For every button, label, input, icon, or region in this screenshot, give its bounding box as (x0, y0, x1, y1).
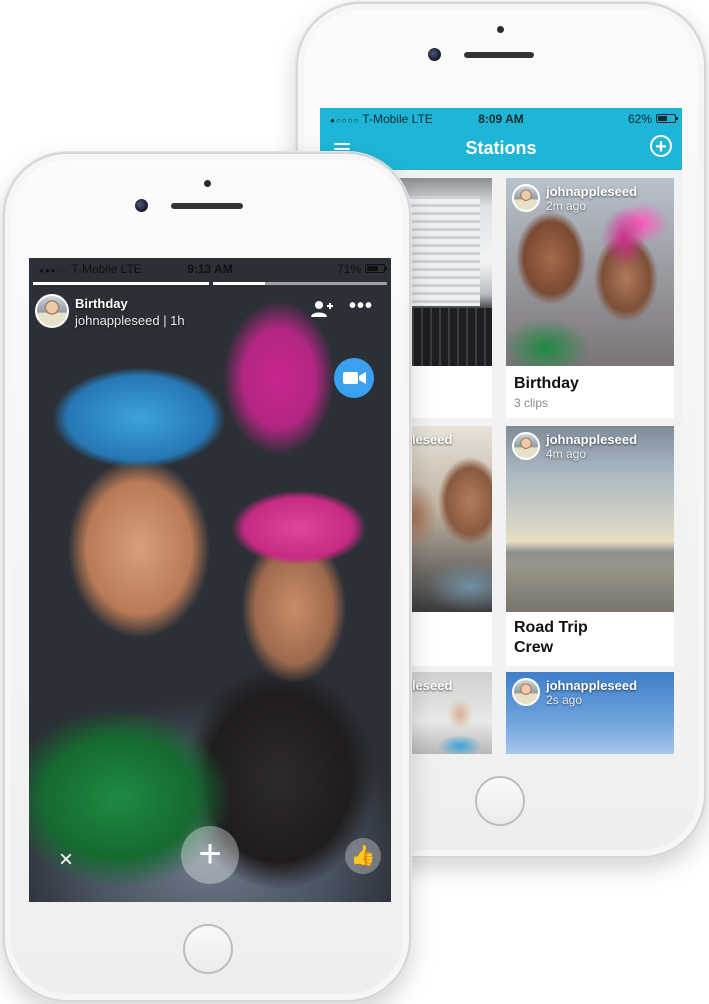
battery-icon (365, 264, 387, 273)
add-clip-button[interactable]: + (181, 826, 239, 884)
close-icon[interactable]: × (59, 848, 73, 872)
story-author-time: johnappleseed | 1h (75, 313, 185, 328)
thumbs-up-icon[interactable]: 👍 (345, 838, 381, 874)
video-camera-icon[interactable] (334, 358, 374, 398)
front-phone: ●●●○○ T-Mobile LTE 9:13 AM 71% Birthday … (3, 152, 411, 1002)
add-station-button[interactable]: + (650, 135, 672, 158)
station-card-road-trip[interactable]: johnappleseed 4m ago Road Trip Crew (506, 426, 674, 666)
battery-fill (367, 266, 378, 271)
earpiece-speaker (171, 203, 243, 209)
card-timestamp: 2s ago (546, 693, 583, 707)
station-card[interactable]: johnappleseed 2s ago (506, 672, 674, 754)
card-timestamp: 4m ago (546, 447, 587, 461)
card-title: Birthday (514, 375, 579, 392)
story-photo (29, 258, 391, 902)
avatar (512, 678, 540, 706)
page-title: Stations (465, 138, 537, 158)
station-card-birthday[interactable]: johnappleseed 2m ago Birthday 3 clips (506, 178, 674, 418)
card-username: pleseed (404, 432, 453, 447)
avatar[interactable] (35, 294, 69, 328)
card-username: johnappleseed (546, 184, 638, 199)
avatar (512, 184, 540, 212)
battery-percent: 62% (627, 112, 652, 126)
add-person-icon[interactable] (311, 300, 333, 318)
status-bar: ●●●○○ T-Mobile LTE 9:13 AM 71% (29, 258, 391, 280)
card-title: Road Trip Crew (514, 619, 588, 656)
card-username: pleseed (404, 678, 453, 693)
avatar (512, 432, 540, 460)
battery-icon (656, 114, 678, 123)
earpiece-speaker (464, 52, 534, 58)
card-subtitle: 3 clips (514, 396, 549, 410)
card-username: johnappleseed (546, 432, 638, 447)
battery-percent: 71% (336, 262, 361, 276)
front-camera (135, 199, 148, 212)
proximity-sensor (497, 26, 504, 33)
status-bar: ●○○○○ T-Mobile LTE 8:09 AM 62% (320, 108, 682, 130)
proximity-sensor (204, 180, 211, 187)
home-button[interactable] (475, 776, 525, 826)
battery-fill (658, 116, 668, 121)
home-button[interactable] (183, 924, 233, 974)
card-timestamp: 2m ago (546, 199, 587, 213)
more-icon[interactable]: ••• (349, 296, 373, 316)
story-title: Birthday (75, 296, 128, 311)
story-screen: ●●●○○ T-Mobile LTE 9:13 AM 71% Birthday … (29, 258, 391, 902)
story-progress-segment (213, 282, 387, 285)
card-username: johnappleseed (546, 678, 638, 693)
story-progress-segment (33, 282, 209, 285)
front-camera (428, 48, 441, 61)
